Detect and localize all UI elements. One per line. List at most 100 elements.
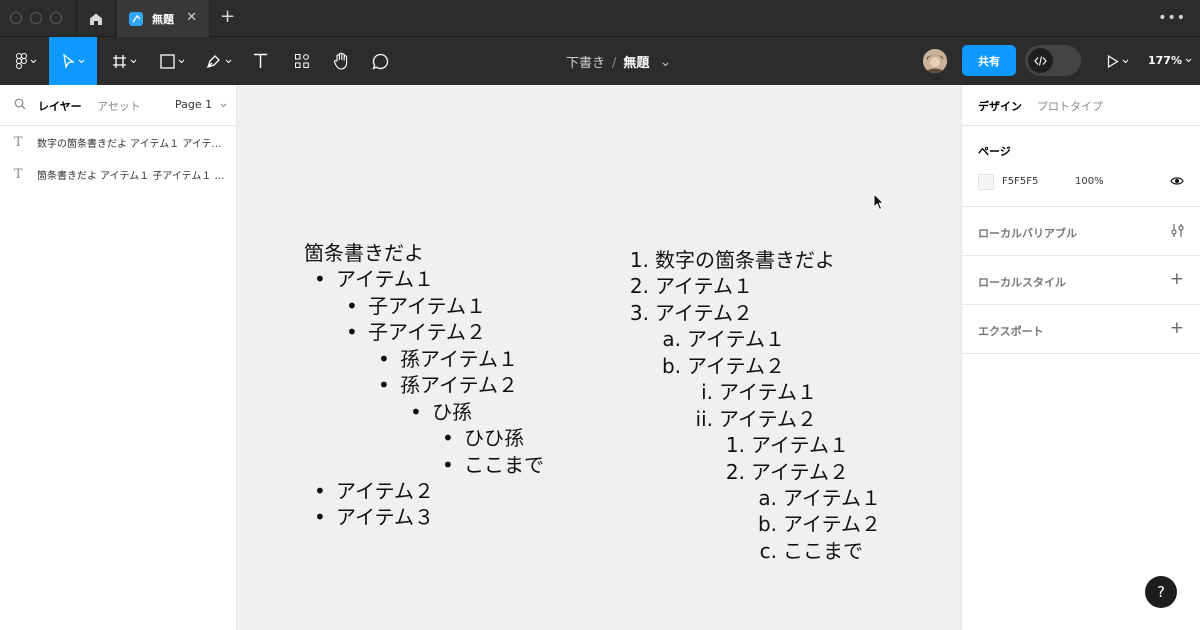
tab-close-icon[interactable]: ✕ [186,10,197,25]
page-selector-label: Page 1 [175,98,213,111]
text-tool-button[interactable] [246,37,274,85]
letter-marker: b. [661,354,681,378]
page-section: ページ [962,126,1200,207]
chevron-down-icon[interactable] [1185,58,1192,63]
bullet-marker: • [314,267,326,291]
dev-mode-toggle[interactable] [1025,45,1081,76]
home-icon [90,13,102,25]
bullet-marker: • [346,294,358,318]
list-item-text: 孫アイテム１ [400,347,518,371]
design-canvas[interactable]: 箇条書きだよ • アイテム１ • 子アイテム１ • 子アイテム２ • 孫アイテム１ • 孫… [237,85,961,630]
resources-tool-button[interactable] [288,37,316,85]
roman-marker: ii. [695,407,713,431]
breadcrumb-file-name[interactable]: 無題 [623,56,649,71]
frame-tool-button[interactable] [104,37,144,85]
chevron-down-icon [78,59,84,63]
shape-tool-button[interactable] [152,37,192,85]
layer-name: 箇条書きだよ アイテム１ 子アイテム１ 子アイテム２ [37,170,229,182]
local-styles-section: ローカルスタイル + [962,256,1200,305]
pen-tool-button[interactable] [199,37,239,85]
list-item-text: ここまで [783,539,863,563]
zoom-level[interactable]: 177% [1148,54,1182,67]
bullet-marker: • [346,320,358,344]
tab-assets[interactable]: アセット [97,98,141,114]
left-panel-tabs: レイヤー アセット Page 1 [0,85,236,126]
add-export-plus-icon[interactable]: + [1170,320,1184,337]
window-zoom-button[interactable] [50,12,62,24]
page-color-swatch[interactable] [978,174,994,190]
comment-tool-button[interactable] [366,37,394,85]
share-button[interactable]: 共有 [962,45,1016,76]
help-button[interactable]: ? [1145,576,1177,608]
list-item-text: アイテム１ [687,327,785,351]
list-item: 2. アイテム２ [723,459,849,485]
toolbar: 下書き / 無題 共有 177% [0,37,1200,85]
window-close-button[interactable] [10,12,22,24]
number-marker: 1. [725,433,745,457]
list-item-text: 子アイテム１ [368,294,486,318]
text-icon [253,53,267,68]
number-marker: 2. [725,460,745,484]
breadcrumb: 下書き / 無題 [566,52,669,71]
move-tool-button[interactable] [49,37,97,85]
breadcrumb-project[interactable]: 下書き [566,56,605,71]
user-avatar[interactable] [923,49,947,73]
list-item-text: アイテム２ [687,354,785,378]
list-item: • ひひ孫 [442,425,524,451]
list-item-text: アイテム１ [336,267,434,291]
layer-row[interactable]: T 箇条書きだよ アイテム１ 子アイテム１ 子アイテム２ [0,158,236,190]
list-item: 3. アイテム２ [627,300,753,326]
list-item-text: ひひ孫 [464,426,524,450]
list-item-text: アイテム２ [783,512,881,536]
add-style-plus-icon[interactable]: + [1170,271,1184,288]
chevron-down-icon [30,59,36,63]
eye-icon[interactable] [1170,175,1184,187]
list-item-text: アイテム２ [336,479,434,503]
tab-design[interactable]: デザイン [978,98,1022,114]
more-menu-icon[interactable]: ••• [1158,10,1186,26]
tab-prototype[interactable]: プロトタイプ [1037,98,1103,114]
figma-logo-icon [15,53,27,69]
new-tab-button[interactable]: + [220,8,235,26]
list-item: • アイテム２ [314,478,434,504]
chevron-down-icon[interactable] [662,62,669,67]
title-bar: 無題 ✕ + ••• [0,0,1200,37]
page-section-title: ページ [978,145,1011,158]
page-color-hex[interactable]: F5F5F5 [1002,176,1038,187]
list-item: a. アイテム１ [659,326,785,352]
home-button[interactable] [76,0,116,37]
file-tab[interactable]: 無題 ✕ [117,0,209,37]
chevron-down-icon [220,103,226,108]
figma-app: 無題 ✕ + ••• 下書き / 無題 共有 177% レイヤー アセット Pa… [0,0,1200,630]
window-minimize-button[interactable] [30,12,42,24]
properties-panel: デザイン プロトタイプ ページ F5F5F5 100% ローカルバリアブル ロー… [961,85,1200,630]
page-color-opacity[interactable]: 100% [1075,176,1104,187]
page-selector[interactable]: Page 1 [175,98,227,111]
list-item-text: アイテム２ [751,460,849,484]
list-item-text: 数字の箇条書きだよ [655,248,835,272]
sliders-icon[interactable] [1171,223,1184,238]
layers-panel: レイヤー アセット Page 1 T 数字の箇条書きだよ アイテム１ アイテム２… [0,85,237,630]
bullet-marker: • [442,453,454,477]
right-panel-tabs: デザイン プロトタイプ [962,85,1200,126]
list-item: b. アイテム２ [659,353,785,379]
export-section: エクスポート + [962,305,1200,354]
list-item-text: アイテム２ [719,407,817,431]
list-item: • アイテム１ [314,266,434,292]
figma-file-icon [129,11,143,26]
search-icon[interactable] [14,98,26,110]
layer-row[interactable]: T 数字の箇条書きだよ アイテム１ アイテム２ アイテム１ アイテム２ [0,126,236,158]
main-menu-button[interactable] [4,37,48,85]
list-item-text: 子アイテム２ [368,320,486,344]
present-button[interactable] [1100,37,1136,85]
letter-marker: a. [758,486,777,510]
list-item: 2. アイテム１ [627,273,753,299]
list-item: • 孫アイテム２ [378,372,518,398]
cursor-arrow-icon [62,53,75,69]
hand-tool-button[interactable] [326,37,356,85]
tab-layers[interactable]: レイヤー [38,98,82,114]
local-variables-section: ローカルバリアブル [962,207,1200,256]
comment-icon [371,53,388,70]
pen-icon [206,55,220,69]
list-item-text: アイテム１ [751,433,849,457]
